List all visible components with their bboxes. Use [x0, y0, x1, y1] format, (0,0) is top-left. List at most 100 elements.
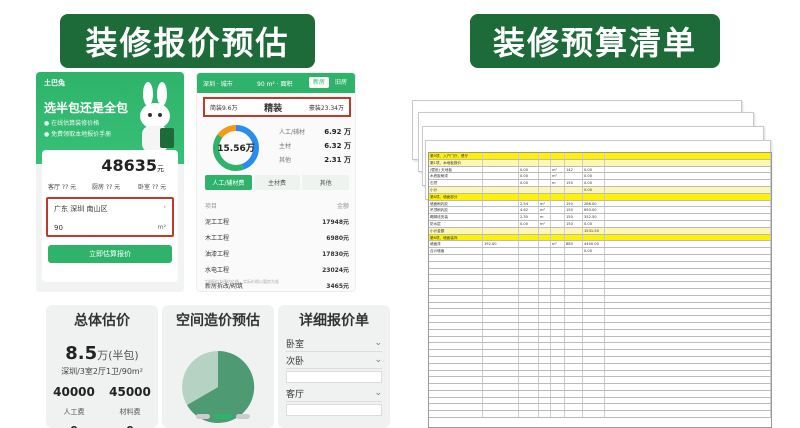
sheet-cell [519, 377, 539, 384]
area-input[interactable]: 90 [54, 224, 63, 232]
sheet-cell [519, 227, 539, 234]
tab-other[interactable]: 其他 [302, 175, 350, 190]
sheet-cell [551, 370, 565, 377]
sheet-cell [605, 404, 771, 411]
carousel-dot[interactable] [214, 414, 232, 419]
sheet-cell [539, 309, 551, 316]
sheet-cell [565, 363, 583, 370]
sheet-cell: m² [539, 200, 551, 207]
sheet-row: (壁纸) 天地板 0.00 m² 142 0.00 [429, 166, 771, 174]
sheet-cell [519, 343, 539, 350]
sheet-cell [483, 261, 519, 268]
sheet-cell [551, 316, 565, 322]
sheet-cell [565, 282, 583, 288]
sheet-cell [551, 261, 565, 268]
total-amount: 8.5万(半包) [65, 343, 139, 364]
sheet-cell [565, 390, 583, 397]
detail-quote-card: 详细报价单 卧室 ⌄ 次卧 ⌄ 客厅 ⌄ [278, 305, 390, 428]
sheet-cell [583, 254, 605, 261]
sheet-cell [483, 153, 519, 159]
sheet-cell [551, 377, 565, 384]
sheet-cell [519, 397, 539, 404]
sheet-cell: 2.35 [519, 214, 539, 220]
sheet-cell [483, 200, 519, 207]
room-row-second-bedroom[interactable]: 次卧 ⌄ [286, 352, 382, 369]
sheet-cell [565, 193, 583, 200]
sheet-row: 第6项、墙面装饰 [429, 234, 771, 242]
material-cost: 45000 材料费 [109, 385, 151, 416]
sheet-cell [429, 384, 483, 390]
sheet-cell [551, 336, 565, 343]
sheet-cell [583, 411, 605, 418]
level-fine[interactable]: 精装 [264, 101, 282, 114]
tag-new-house[interactable]: 新房 [308, 77, 329, 88]
room-row-bedroom[interactable]: 卧室 ⌄ [286, 335, 382, 352]
sheet-cell: 第1项、木地板报价 [429, 159, 483, 166]
result-header: 深圳 · 城市 90 m² · 面积 新房 旧房 [197, 73, 355, 93]
tab-labor[interactable]: 人工/辅材费 [205, 175, 252, 190]
sheet-cell: 0.00 [519, 220, 539, 227]
sheet-cell [483, 350, 519, 356]
sheet-cell [483, 363, 519, 370]
sheet-cell [605, 186, 771, 193]
sheet-cell: m² [539, 207, 551, 214]
sheet-cell [605, 370, 771, 377]
sheet-cell [539, 370, 551, 377]
sheet-cell [551, 384, 565, 390]
chevron-down-icon: ⌄ [374, 338, 382, 348]
sheet-cell [551, 295, 565, 302]
sheet-cell [539, 377, 551, 384]
sheet-row [429, 397, 771, 405]
sheet-cell [429, 363, 483, 370]
card-title: 详细报价单 [299, 313, 369, 329]
sheet-cell: m² [551, 241, 565, 248]
sheet-cell: 150 [565, 214, 583, 220]
level-simple[interactable]: 简装9.6万 [210, 103, 238, 112]
sheet-cell [519, 384, 539, 390]
sheet-cell [605, 390, 771, 397]
sheet-row [429, 350, 771, 357]
sheet-cell [565, 186, 583, 193]
sheet-row: 小计金额 1531.50 [429, 227, 771, 235]
sheet-cell: 第6项、墙面装饰 [429, 234, 483, 241]
sheet-cell [565, 288, 583, 295]
sheet-cell [519, 363, 539, 370]
sheet-cell [483, 356, 519, 363]
room-row-living[interactable]: 客厅 ⌄ [286, 385, 382, 402]
sheet-cell [483, 316, 519, 322]
sheet-cell [583, 363, 605, 370]
card-title: 空间造价预估 [176, 313, 260, 329]
zero-values: 00 [46, 424, 158, 428]
total-estimate-card: 总体估价 8.5万(半包) 深圳/3室2厅1卫/90m² 40000 人工费 45… [46, 305, 158, 428]
sheet-cell [583, 397, 605, 404]
list-item: 木工工程 6980元 [205, 234, 349, 242]
carousel-dot[interactable] [196, 414, 210, 419]
sheet-cell [483, 159, 519, 166]
estimate-button[interactable]: 立即估算报价 [48, 245, 172, 263]
sheet-cell [583, 329, 605, 336]
tag-old-house[interactable]: 旧房 [331, 77, 351, 88]
sheet-cell [583, 377, 605, 384]
sheet-cell [519, 356, 539, 363]
area-selector[interactable]: 90 m² · 面积 [257, 79, 293, 88]
sheet-cell [483, 397, 519, 404]
sheet-cell [551, 302, 565, 309]
tab-main-material[interactable]: 主材费 [253, 175, 301, 190]
sheet-cell [605, 248, 771, 254]
city-selector[interactable]: 深圳 · 城市 [203, 79, 233, 88]
sheet-cell [605, 302, 771, 309]
sheet-cell [583, 153, 605, 159]
level-luxury[interactable]: 豪装23.34万 [309, 103, 344, 112]
sheet-cell [565, 322, 583, 329]
sheet-cell [429, 295, 483, 302]
sheet-row: 踢脚线安装 2.35 m 150 352.50 [429, 214, 771, 221]
sheet-row [429, 254, 771, 262]
location-select[interactable]: 广东 深圳 南山区 [54, 204, 107, 214]
legend-main-material: 主材 6.32 万 [279, 142, 351, 150]
sheet-cell [519, 295, 539, 302]
sheet-cell [429, 309, 483, 316]
carousel-dot[interactable] [236, 414, 250, 419]
sheet-cell: 0.00 [583, 220, 605, 227]
sheet-cell [429, 336, 483, 343]
sheet-row [429, 411, 771, 419]
